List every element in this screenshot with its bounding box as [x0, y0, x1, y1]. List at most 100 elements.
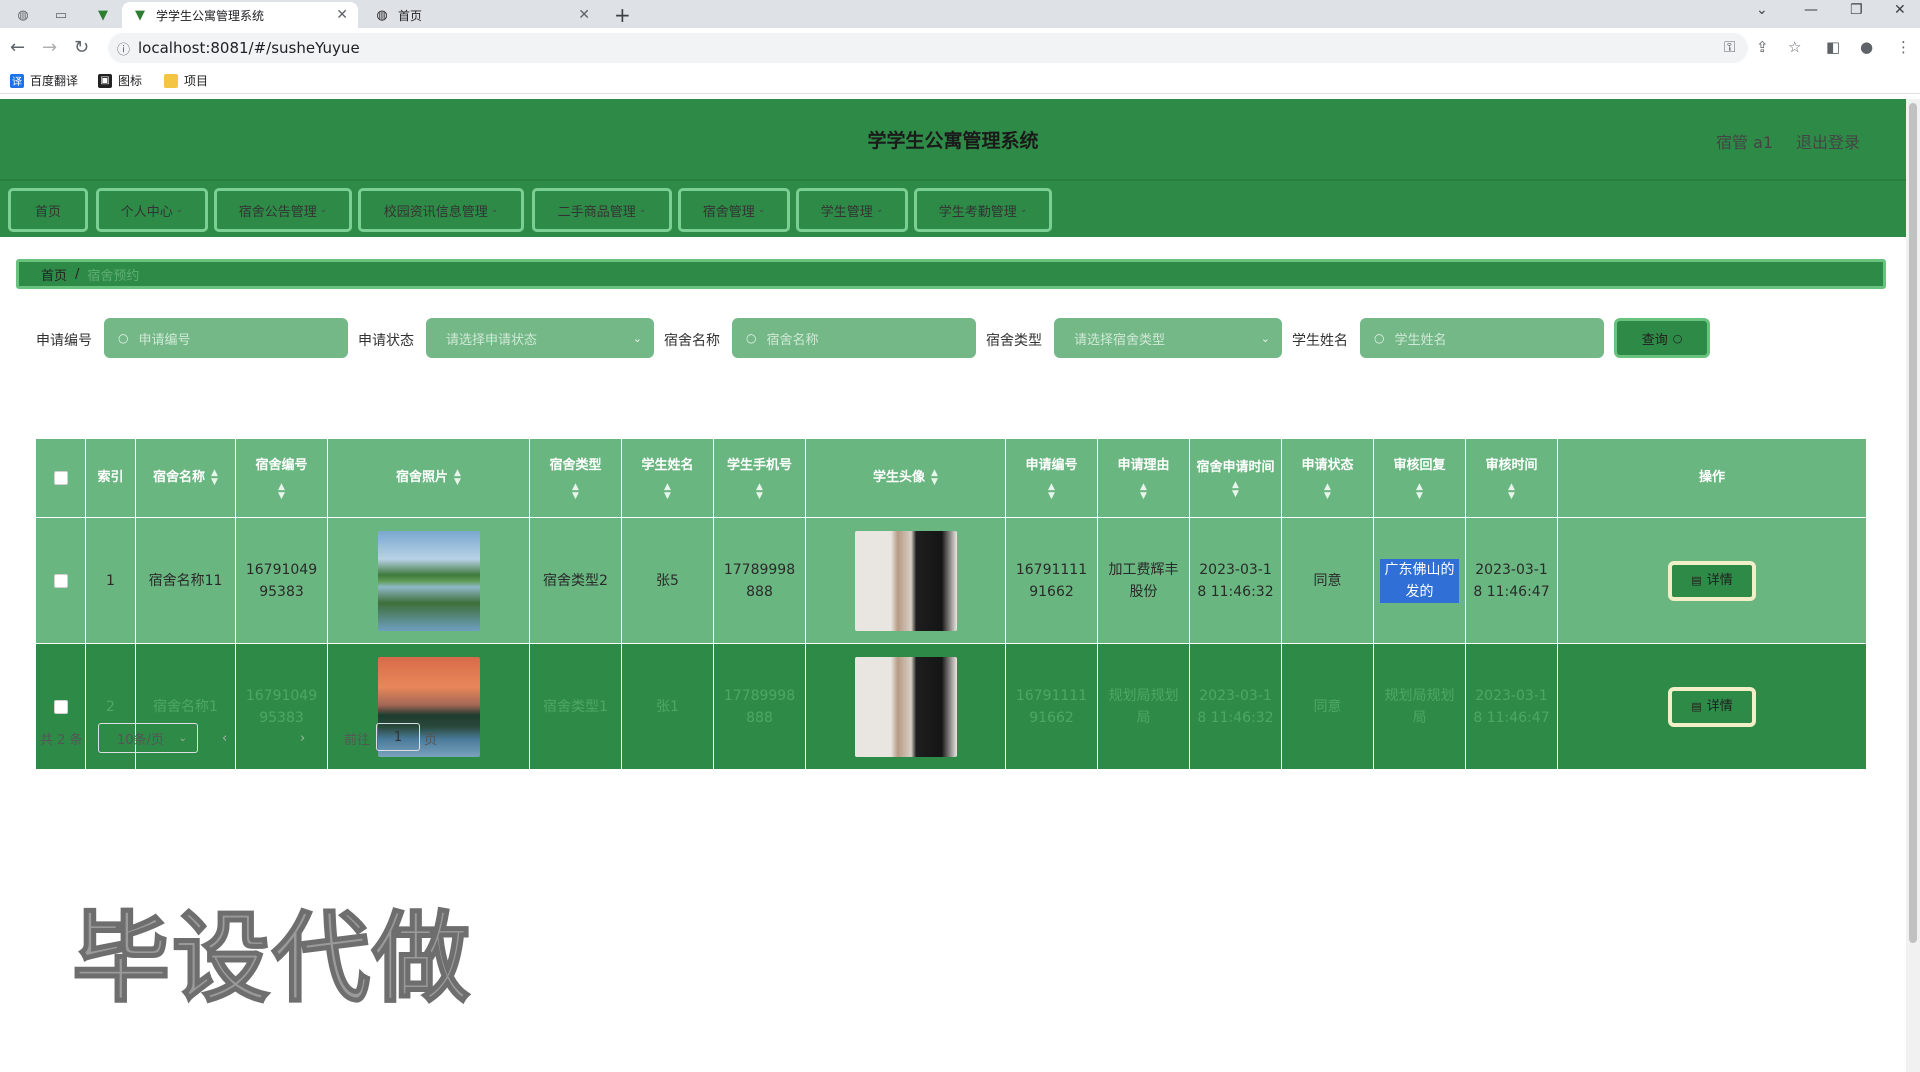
apply-no-input[interactable]: ○ 申请编号: [104, 318, 348, 358]
bookmark-translate[interactable]: 译 百度翻译: [10, 72, 78, 89]
forward-icon[interactable]: →: [42, 37, 57, 58]
col-dorm-name[interactable]: 宿舍名称 ▲ ▼: [136, 439, 236, 517]
vue-icon[interactable]: ▼: [90, 4, 116, 26]
chevron-down-icon: ⌄: [490, 205, 499, 215]
menu-item-secondhand[interactable]: 二手商品管理 ⌄: [532, 188, 672, 232]
page-size-select[interactable]: 10条/页 ⌄: [98, 723, 198, 753]
bookmark-icons[interactable]: ▣ 图标: [98, 72, 142, 89]
globe-icon: ◍: [376, 7, 388, 23]
avatar-image: [854, 656, 957, 757]
url-text: localhost:8081/#/susheYuyue: [138, 39, 360, 57]
col-review-time[interactable]: 审核时间 ▲ ▼: [1466, 439, 1558, 517]
logout-link[interactable]: 退出登录: [1796, 129, 1860, 153]
reload-icon[interactable]: ↻: [74, 37, 89, 58]
minimize-icon[interactable]: —: [1804, 2, 1818, 18]
key-icon[interactable]: ⚿: [1724, 38, 1735, 56]
col-reply[interactable]: 审核回复 ▲ ▼: [1374, 439, 1466, 517]
cell-avatar[interactable]: [806, 644, 1006, 769]
scroll-thumb[interactable]: [1909, 103, 1917, 943]
sidepanel-icon[interactable]: ◧: [1826, 38, 1840, 56]
chevron-down-icon: ⌄: [632, 331, 642, 345]
page-number-current[interactable]: 1: [262, 723, 271, 753]
close-icon[interactable]: ✕: [336, 7, 348, 23]
prev-page-icon[interactable]: ‹: [222, 723, 227, 753]
goto-page-input[interactable]: 1: [376, 723, 420, 751]
query-button[interactable]: 查询 ○: [1614, 318, 1710, 358]
page-scrollbar[interactable]: [1906, 99, 1920, 1072]
search-icon: ○: [1672, 331, 1683, 345]
info-icon: ⓘ: [117, 42, 131, 58]
tab-app[interactable]: ▼ 学学生公寓管理系统 ✕: [122, 2, 358, 28]
detail-button[interactable]: ▤ 详情: [1668, 560, 1756, 601]
row-checkbox[interactable]: [36, 518, 86, 643]
new-tab-icon[interactable]: +: [614, 3, 631, 27]
search-icon: ○: [1374, 331, 1385, 345]
restore-icon[interactable]: ❐: [1850, 2, 1863, 18]
page-suffix: 页: [424, 732, 438, 748]
cell-avatar[interactable]: [806, 518, 1006, 643]
bookmarks-bar: 译 百度翻译 ▣ 图标 项目: [0, 68, 1920, 94]
menu-item-student[interactable]: 学生管理 ⌄: [796, 188, 908, 232]
cell-reason: 加工费辉丰股份: [1098, 518, 1190, 643]
col-apply-time[interactable]: 宿舍申请时间 ▲ ▼: [1190, 439, 1282, 517]
menu-item-attendance[interactable]: 学生考勤管理 ⌄: [914, 188, 1052, 232]
menu-item-notice[interactable]: 宿舍公告管理 ⌄: [214, 188, 352, 232]
dorm-name-input[interactable]: ○ 宿舍名称: [732, 318, 976, 358]
cell-dorm-code: 1679104995383: [236, 518, 328, 643]
menu-item-dorm[interactable]: 宿舍管理 ⌄: [678, 188, 790, 232]
back-icon[interactable]: ←: [10, 37, 25, 58]
search-label-status: 申请状态: [358, 333, 414, 349]
col-dorm-code[interactable]: 宿舍编号 ▲ ▼: [236, 439, 328, 517]
checkbox-box: [53, 573, 68, 588]
cell-reply: 规划局规划局: [1374, 644, 1466, 769]
cell-apply-no: 1679111191662: [1006, 644, 1098, 769]
more-icon[interactable]: ⋮: [1896, 38, 1911, 56]
cell-apply-time: 2023-03-18 11:46:32: [1190, 518, 1282, 643]
menu-label: 学生考勤管理: [938, 204, 1017, 220]
detail-button[interactable]: ▤ 详情: [1668, 686, 1756, 727]
cell-student: 张1: [622, 644, 714, 769]
col-dorm-photo[interactable]: 宿舍照片 ▲ ▼: [328, 439, 530, 517]
address-bar-row: ← → ↻ ⓘ localhost:8081/#/susheYuyue ⚿ ⇪ …: [0, 28, 1920, 68]
search-icon: ○: [118, 331, 129, 345]
share-icon[interactable]: ⇪: [1756, 38, 1769, 56]
bookmark-project[interactable]: 项目: [164, 72, 208, 89]
chevron-down-icon: ⌄: [1260, 331, 1270, 345]
student-name-input[interactable]: ○ 学生姓名: [1360, 318, 1604, 358]
profile-icon[interactable]: ●: [1860, 38, 1873, 56]
col-avatar[interactable]: 学生头像 ▲ ▼: [806, 439, 1006, 517]
document-icon: ▤: [1691, 699, 1702, 713]
dorm-type-select[interactable]: 请选择宿舍类型 ⌄: [1054, 318, 1282, 358]
col-dorm-type[interactable]: 宿舍类型 ▲ ▼: [530, 439, 622, 517]
select-all-checkbox[interactable]: [36, 439, 86, 517]
url-field[interactable]: ⓘ localhost:8081/#/susheYuyue: [108, 33, 1748, 63]
sort-icon: ▲ ▼: [1324, 482, 1331, 501]
status-select[interactable]: 请选择申请状态 ⌄: [426, 318, 654, 358]
sort-icon: ▲ ▼: [454, 468, 461, 487]
col-phone[interactable]: 学生手机号 ▲ ▼: [714, 439, 806, 517]
bookmark-label: 百度翻译: [30, 74, 79, 88]
col-reason[interactable]: 申请理由 ▲ ▼: [1098, 439, 1190, 517]
cell-review-time: 2023-03-18 11:46:47: [1466, 644, 1558, 769]
close-window-icon[interactable]: ✕: [1894, 2, 1906, 18]
cell-dorm-photo[interactable]: [328, 518, 530, 643]
menu-item-profile[interactable]: 个人中心 ⌄: [96, 188, 208, 232]
next-page-icon[interactable]: ›: [300, 723, 305, 753]
col-apply-no[interactable]: 申请编号 ▲ ▼: [1006, 439, 1098, 517]
sort-icon: ▲ ▼: [1416, 482, 1423, 501]
tab-home[interactable]: ◍ 首页 ✕: [364, 2, 600, 28]
search-label-apply-no: 申请编号: [36, 333, 92, 349]
col-student-name[interactable]: 学生姓名 ▲ ▼: [622, 439, 714, 517]
menu-item-news[interactable]: 校园资讯信息管理 ⌄: [358, 188, 524, 232]
blank-tab-icon[interactable]: ▭: [48, 4, 74, 26]
sort-icon: ▲ ▼: [756, 482, 763, 501]
close-icon[interactable]: ✕: [578, 7, 590, 23]
cell-action: ▤ 详情: [1558, 644, 1866, 769]
globe-icon[interactable]: ◍: [10, 4, 36, 26]
cell-dorm-type: 宿舍类型2: [530, 518, 622, 643]
breadcrumb-home[interactable]: 首页: [41, 265, 67, 284]
star-icon[interactable]: ☆: [1788, 38, 1801, 56]
menu-item-home[interactable]: 首页: [8, 188, 88, 232]
col-status[interactable]: 申请状态 ▲ ▼: [1282, 439, 1374, 517]
chevron-down-icon[interactable]: ⌄: [1756, 2, 1768, 18]
